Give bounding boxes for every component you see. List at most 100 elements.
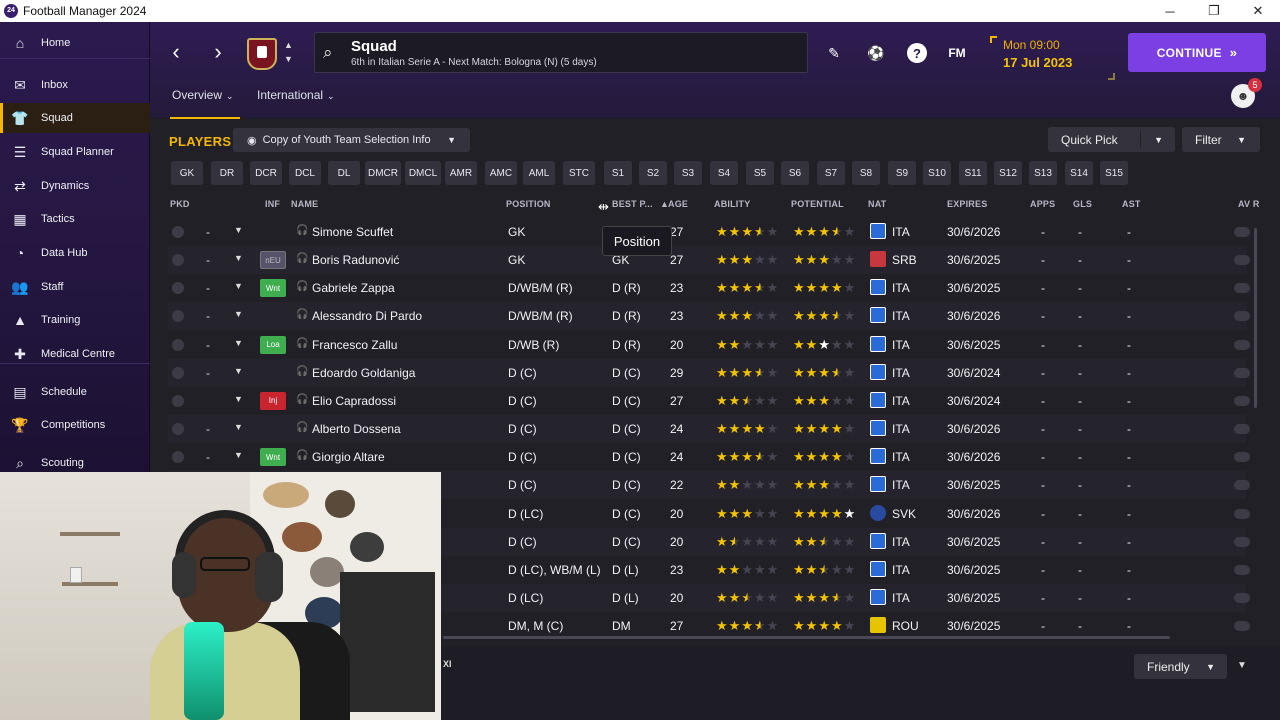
position-filter-s8[interactable]: S8 xyxy=(852,161,880,185)
row-toggle[interactable] xyxy=(1234,395,1250,406)
position-filter-s4[interactable]: S4 xyxy=(710,161,738,185)
table-row[interactable]: - ▼ 🎧 Alberto Dossena D (C) D (C) 24 ★★★★★ ★★★★★… xyxy=(168,415,1250,444)
player-name[interactable]: Giorgio Altare xyxy=(312,450,385,464)
chevron-down-icon[interactable]: ▼ xyxy=(1154,135,1163,145)
friendly-dropdown[interactable]: Friendly ▼ xyxy=(1134,654,1227,679)
sidebar-item-tactics[interactable]: ▦ Tactics xyxy=(0,204,150,234)
pick-checkbox[interactable] xyxy=(172,366,184,379)
sidebar-item-inbox[interactable]: ✉ Inbox xyxy=(0,70,150,100)
pick-checkbox[interactable] xyxy=(172,338,184,351)
col-header-nat[interactable]: NAT xyxy=(868,199,886,209)
player-name[interactable]: Edoardo Goldaniga xyxy=(312,366,415,380)
player-name[interactable]: Elio Capradossi xyxy=(312,394,396,408)
position-filter-s9[interactable]: S9 xyxy=(888,161,916,185)
row-toggle[interactable] xyxy=(1234,283,1250,294)
expand-panel-icon[interactable]: ▼ xyxy=(1237,660,1247,671)
ball-icon[interactable]: ⚽ xyxy=(866,43,886,63)
chevron-down-icon[interactable]: ▼ xyxy=(234,225,243,235)
vertical-scrollbar[interactable] xyxy=(1254,228,1257,408)
player-name[interactable]: Boris Radunović xyxy=(312,253,399,267)
chevron-down-icon[interactable]: ▼ xyxy=(234,281,243,291)
pick-checkbox[interactable] xyxy=(172,423,184,436)
pencil-icon[interactable]: ✎ xyxy=(824,43,844,63)
row-toggle[interactable] xyxy=(1234,255,1250,266)
back-button[interactable]: ‹ xyxy=(164,39,188,64)
info-badge[interactable]: Wnt xyxy=(260,448,286,467)
position-filter-s13[interactable]: S13 xyxy=(1029,161,1057,185)
row-toggle[interactable] xyxy=(1234,339,1250,350)
table-row[interactable]: - ▼ 🎧 Alessandro Di Pardo D/WB/M (R) D (R) 23 ★… xyxy=(168,302,1250,331)
sidebar-item-staff[interactable]: 👥 Staff xyxy=(0,272,150,302)
player-name[interactable]: Gabriele Zappa xyxy=(312,281,395,295)
info-badge[interactable]: Wnt xyxy=(260,279,286,298)
manager-avatar[interactable]: ☻ 5 xyxy=(1231,78,1262,108)
quick-pick-button[interactable]: Quick Pick ▼ xyxy=(1048,127,1175,152)
position-filter-dmcr[interactable]: DMCR xyxy=(365,161,401,185)
chevron-down-icon[interactable]: ▼ xyxy=(234,253,243,263)
restore-button[interactable]: ❐ xyxy=(1192,0,1236,22)
info-badge[interactable]: nEU xyxy=(260,251,286,270)
row-toggle[interactable] xyxy=(1234,480,1250,491)
close-button[interactable]: ✕ xyxy=(1236,0,1280,22)
col-header-av-rat[interactable]: AV R xyxy=(1238,199,1260,209)
horizontal-scrollbar[interactable] xyxy=(443,636,1170,639)
position-filter-s6[interactable]: S6 xyxy=(781,161,809,185)
row-toggle[interactable] xyxy=(1234,452,1250,463)
sidebar-item-squad-planner[interactable]: ☰ Squad Planner xyxy=(0,137,150,167)
info-badge[interactable]: Inj xyxy=(260,391,286,410)
continue-button[interactable]: CONTINUE » xyxy=(1128,33,1266,72)
sidebar-item-medical-centre[interactable]: ✚ Medical Centre xyxy=(0,339,150,369)
chevron-down-icon[interactable]: ▼ xyxy=(234,422,243,432)
tab-overview[interactable]: Overview ⌄ xyxy=(172,88,234,102)
pick-checkbox[interactable] xyxy=(172,226,184,238)
forward-button[interactable]: › xyxy=(206,39,230,64)
chevron-down-icon[interactable]: ▼ xyxy=(234,366,243,376)
selection-info-dropdown[interactable]: ◉ Copy of Youth Team Selection Info ▼ xyxy=(233,128,470,152)
player-name[interactable]: Francesco Zallu xyxy=(312,338,397,352)
chevron-down-icon[interactable]: ▼ xyxy=(234,338,243,348)
table-row[interactable]: - ▼ 🎧 Edoardo Goldaniga D (C) D (C) 29 ★★★★★ ★★★… xyxy=(168,358,1250,387)
pick-checkbox[interactable] xyxy=(172,394,184,407)
position-filter-s7[interactable]: S7 xyxy=(817,161,845,185)
fm-menu-button[interactable]: FM xyxy=(947,43,967,63)
search-box[interactable]: ⌕ Squad 6th in Italian Serie A - Next Ma… xyxy=(314,32,808,73)
table-row[interactable]: - ▼ Wnt 🎧 Gabriele Zappa D/WB/M (R) D (R) 23 ★★★… xyxy=(168,274,1250,302)
tab-international[interactable]: International ⌄ xyxy=(257,88,335,102)
row-toggle[interactable] xyxy=(1234,367,1250,378)
row-toggle[interactable] xyxy=(1234,227,1250,237)
col-header-age[interactable]: AGE xyxy=(668,199,688,209)
player-name[interactable]: Simone Scuffet xyxy=(312,225,393,239)
table-row[interactable]: - ▼ Wnt 🎧 Giorgio Altare D (C) D (C) 24 ★★★★★ ★★★… xyxy=(168,443,1250,471)
col-header-ability[interactable]: ABILITY xyxy=(714,199,750,209)
table-row[interactable]: - ▼ Loa 🎧 Francesco Zallu D/WB (R) D (R) 20 ★★★★… xyxy=(168,331,1250,359)
col-header-potential[interactable]: POTENTIAL xyxy=(791,199,844,209)
table-row[interactable]: -▼🎧Simone ScuffetGKGK27★★★★★★★★★★ITA30/6… xyxy=(168,218,1250,246)
position-filter-s12[interactable]: S12 xyxy=(994,161,1022,185)
chevron-down-icon[interactable]: ▼ xyxy=(234,309,243,319)
col-header-apps[interactable]: APPS xyxy=(1030,199,1055,209)
col-header-ast[interactable]: AST xyxy=(1122,199,1141,209)
sidebar-item-training[interactable]: ▲ Training xyxy=(0,305,150,335)
col-header-name[interactable]: NAME xyxy=(291,199,318,209)
row-toggle[interactable] xyxy=(1234,311,1250,322)
sidebar-item-data-hub[interactable]: ◔ Data Hub xyxy=(0,238,150,268)
table-row[interactable]: ▼ Inj 🎧 Elio Capradossi D (C) D (C) 27 ★★★★★ ★★★… xyxy=(168,387,1250,415)
position-filter-dcr[interactable]: DCR xyxy=(250,161,282,185)
position-filter-dl[interactable]: DL xyxy=(328,161,360,185)
minimize-button[interactable]: ─ xyxy=(1148,0,1192,22)
col-header-inf[interactable]: INF xyxy=(265,199,280,209)
pick-checkbox[interactable] xyxy=(172,254,184,267)
row-toggle[interactable] xyxy=(1234,508,1250,519)
position-filter-aml[interactable]: AML xyxy=(523,161,555,185)
pick-checkbox[interactable] xyxy=(172,310,184,323)
position-filter-s1[interactable]: S1 xyxy=(604,161,632,185)
position-filter-amr[interactable]: AMR xyxy=(445,161,477,185)
col-header-expires[interactable]: EXPIRES xyxy=(947,199,987,209)
row-toggle[interactable] xyxy=(1234,424,1250,435)
player-name[interactable]: Alberto Dossena xyxy=(312,422,401,436)
row-toggle[interactable] xyxy=(1234,564,1250,575)
position-filter-s3[interactable]: S3 xyxy=(674,161,702,185)
position-filter-amc[interactable]: AMC xyxy=(485,161,517,185)
sidebar-item-home[interactable]: ⌂ Home xyxy=(0,28,150,58)
position-filter-s10[interactable]: S10 xyxy=(923,161,951,185)
